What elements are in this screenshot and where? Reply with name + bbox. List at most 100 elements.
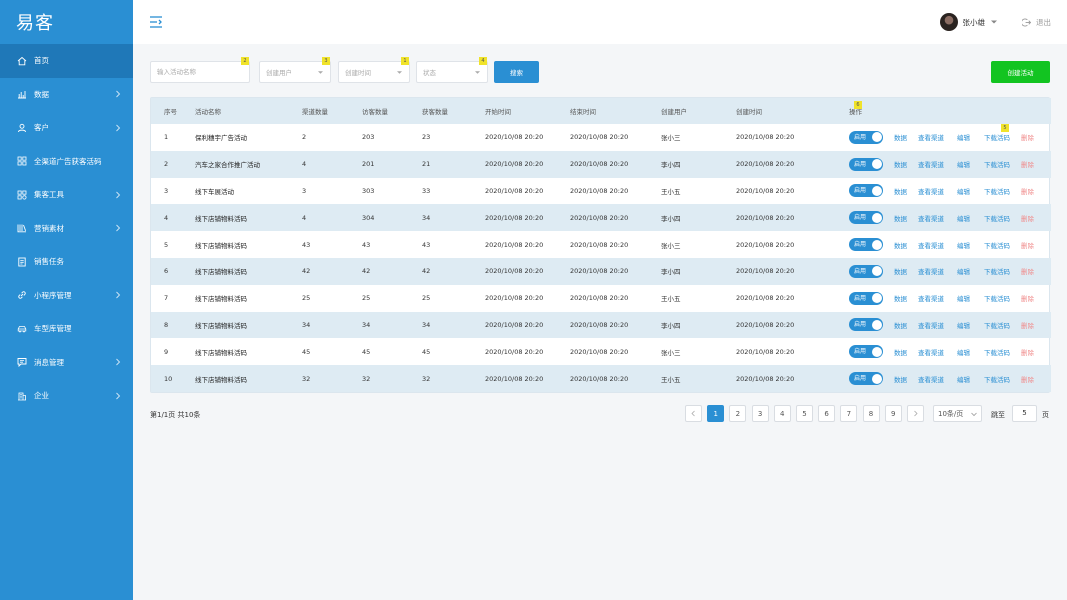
page-button[interactable]: 3 xyxy=(751,405,769,422)
data-link[interactable]: 数据 xyxy=(894,159,907,169)
delete-link[interactable]: 删除 xyxy=(1021,347,1034,357)
edit-link[interactable]: 编辑 xyxy=(957,266,970,276)
page-button[interactable]: 2 xyxy=(729,405,747,422)
sidebar-item-5[interactable]: 营销素材 xyxy=(0,212,133,246)
sidebar-item-3[interactable]: 全渠道广告获客活码 xyxy=(0,145,133,179)
sidebar-item-2[interactable]: 客户 xyxy=(0,111,133,145)
cell-name: 线下店铺物料活码 xyxy=(195,311,302,339)
page-button[interactable]: 7 xyxy=(840,405,858,422)
enable-toggle[interactable]: 启用 xyxy=(849,211,883,225)
sidebar-item-6[interactable]: 销售任务 xyxy=(0,245,133,279)
view-channel-link[interactable]: 查看渠道 xyxy=(918,213,944,223)
enable-toggle[interactable]: 启用 xyxy=(849,184,883,198)
data-link[interactable]: 数据 xyxy=(894,266,907,276)
page-button[interactable]: 4 xyxy=(773,405,791,422)
edit-link[interactable]: 编辑 xyxy=(957,240,970,250)
download-code-link[interactable]: 下载活码 xyxy=(984,374,1010,384)
download-code-link[interactable]: 下载活码 xyxy=(984,240,1010,250)
cell-no: 3 xyxy=(164,186,169,195)
sidebar-item-8[interactable]: 车型库管理 xyxy=(0,312,133,346)
delete-link[interactable]: 删除 xyxy=(1021,266,1034,276)
enable-toggle[interactable]: 启用 xyxy=(849,318,883,332)
menu-toggle-icon[interactable] xyxy=(149,15,163,29)
view-channel-link[interactable]: 查看渠道 xyxy=(918,374,944,384)
sidebar-item-4[interactable]: 集客工具 xyxy=(0,178,133,212)
created-time-select[interactable]: 创建时间 1 xyxy=(338,57,410,83)
sidebar-item-9[interactable]: 消息管理 xyxy=(0,346,133,380)
download-code-link[interactable]: 下载活码 xyxy=(984,159,1010,169)
view-channel-link[interactable]: 查看渠道 xyxy=(918,320,944,330)
download-code-link[interactable]: 下载活码 xyxy=(984,293,1010,303)
next-page-button[interactable] xyxy=(906,405,924,422)
activity-name-field[interactable]: 2 xyxy=(150,57,250,83)
edit-link[interactable]: 编辑 xyxy=(957,347,970,357)
enable-toggle[interactable]: 启用 xyxy=(849,264,883,278)
data-link[interactable]: 数据 xyxy=(894,213,907,223)
cell-visitors: 45 xyxy=(362,347,371,356)
data-link[interactable]: 数据 xyxy=(894,240,907,250)
page-button[interactable]: 5 xyxy=(795,405,813,422)
enable-toggle[interactable]: 启用 xyxy=(849,238,883,252)
download-code-link[interactable]: 下载活码 5 xyxy=(984,124,1010,142)
edit-link[interactable]: 编辑 xyxy=(957,186,970,196)
app-logo[interactable]: 易客 xyxy=(0,0,133,44)
delete-link[interactable]: 删除 xyxy=(1021,240,1034,250)
edit-link[interactable]: 编辑 xyxy=(957,159,970,169)
view-channel-link[interactable]: 查看渠道 xyxy=(918,240,944,250)
delete-link[interactable]: 删除 xyxy=(1021,293,1034,303)
edit-link[interactable]: 编辑 xyxy=(957,132,970,142)
page-button[interactable]: 6 xyxy=(818,405,836,422)
edit-link[interactable]: 编辑 xyxy=(957,293,970,303)
prev-page-button[interactable] xyxy=(685,405,702,422)
data-link[interactable]: 数据 xyxy=(894,293,907,303)
view-channel-link[interactable]: 查看渠道 xyxy=(918,132,944,142)
enable-toggle[interactable]: 启用 xyxy=(849,157,883,171)
delete-link[interactable]: 删除 xyxy=(1021,159,1034,169)
download-code-link[interactable]: 下载活码 xyxy=(984,266,1010,276)
download-code-link[interactable]: 下载活码 xyxy=(984,347,1010,357)
edit-link[interactable]: 编辑 xyxy=(957,213,970,223)
download-code-link[interactable]: 下载活码 xyxy=(984,320,1010,330)
enable-toggle[interactable]: 启用 xyxy=(849,345,883,359)
enable-toggle[interactable]: 启用 xyxy=(849,291,883,305)
logout-button[interactable]: 退出 xyxy=(1022,17,1051,28)
enable-toggle[interactable]: 启用 xyxy=(849,372,883,386)
download-code-link[interactable]: 下载活码 xyxy=(984,186,1010,196)
download-code-link[interactable]: 下载活码 xyxy=(984,213,1010,223)
delete-link[interactable]: 删除 xyxy=(1021,186,1034,196)
data-link[interactable]: 数据 xyxy=(894,132,907,142)
cell-operations: 启用 数据 查看渠道 编辑 下载活码 删除 xyxy=(849,150,1051,178)
delete-link[interactable]: 删除 xyxy=(1021,320,1034,330)
data-link[interactable]: 数据 xyxy=(894,320,907,330)
sidebar-item-7[interactable]: 小程序管理 xyxy=(0,279,133,313)
data-link[interactable]: 数据 xyxy=(894,186,907,196)
create-activity-button[interactable]: 创建活动 xyxy=(991,61,1050,83)
jump-page-input[interactable]: 5 xyxy=(1012,405,1037,422)
enable-toggle[interactable]: 启用 xyxy=(849,130,883,144)
user-menu[interactable]: 张小雄 xyxy=(939,13,997,31)
data-link[interactable]: 数据 xyxy=(894,374,907,384)
sidebar-item-10[interactable]: 企业 xyxy=(0,379,133,413)
edit-link[interactable]: 编辑 xyxy=(957,320,970,330)
cell-start: 2020/10/08 20:20 xyxy=(485,150,570,178)
view-channel-link[interactable]: 查看渠道 xyxy=(918,266,944,276)
delete-link[interactable]: 删除 xyxy=(1021,132,1034,142)
page-button[interactable]: 9 xyxy=(884,405,902,422)
page-button[interactable]: 1 xyxy=(707,405,725,422)
view-channel-link[interactable]: 查看渠道 xyxy=(918,186,944,196)
view-channel-link[interactable]: 查看渠道 xyxy=(918,159,944,169)
edit-link[interactable]: 编辑 xyxy=(957,374,970,384)
view-channel-link[interactable]: 查看渠道 xyxy=(918,347,944,357)
page-button[interactable]: 8 xyxy=(862,405,880,422)
activity-name-input[interactable] xyxy=(157,68,249,76)
delete-link[interactable]: 删除 xyxy=(1021,374,1034,384)
search-button[interactable]: 搜索 xyxy=(494,61,539,83)
data-link[interactable]: 数据 xyxy=(894,347,907,357)
sidebar-item-1[interactable]: 数据 xyxy=(0,78,133,112)
delete-link[interactable]: 删除 xyxy=(1021,213,1034,223)
sidebar-item-0[interactable]: 首页 xyxy=(0,44,133,78)
view-channel-link[interactable]: 查看渠道 xyxy=(918,293,944,303)
status-select[interactable]: 状态 4 xyxy=(416,57,488,83)
page-size-select[interactable]: 10条/页 xyxy=(933,405,982,422)
creator-select[interactable]: 创建用户 3 xyxy=(259,57,331,83)
